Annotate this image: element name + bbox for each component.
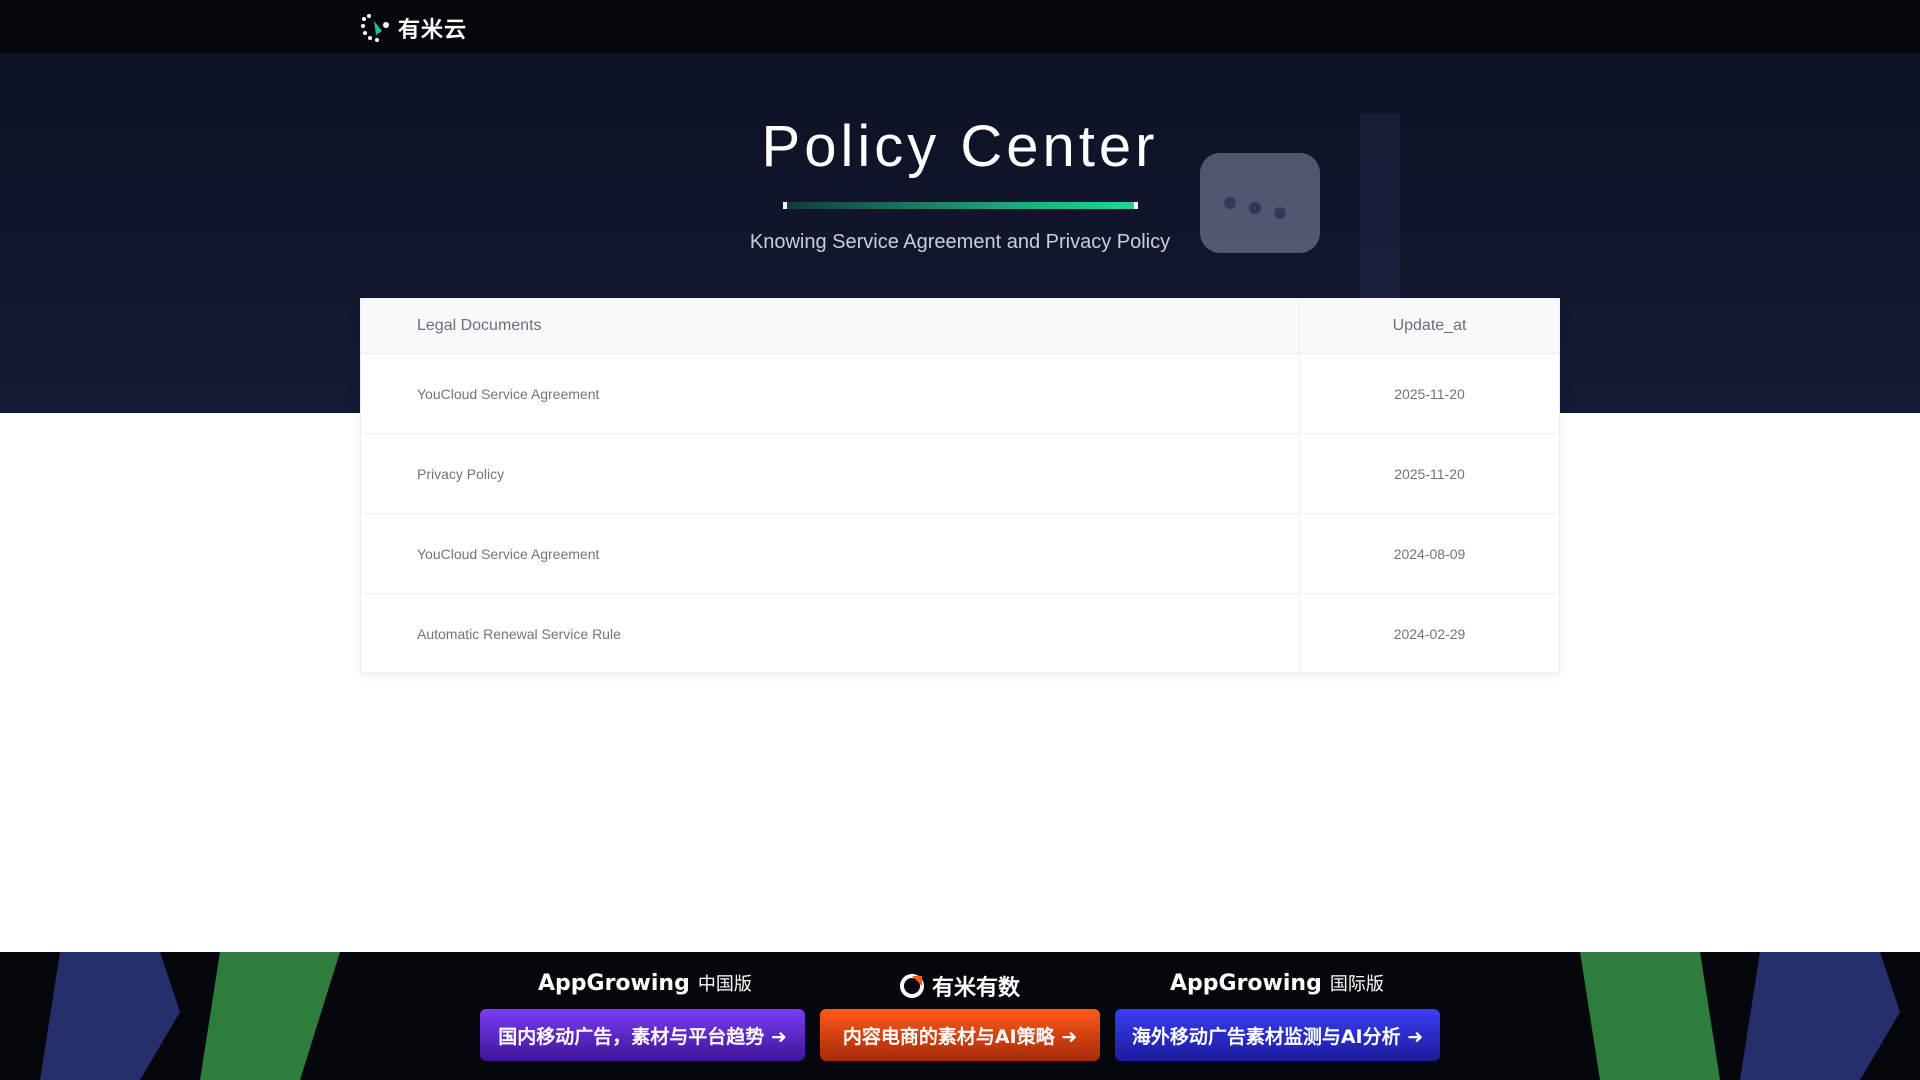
page-subtitle: Knowing Service Agreement and Privacy Po… [749, 231, 1171, 253]
footer-decoration-left [40, 952, 340, 1080]
document-link[interactable]: YouCloud Service Agreement [361, 354, 1300, 433]
brand-name: AppGrowing [1170, 970, 1322, 996]
brand-youmi-youshu[interactable]: 有米有数 [900, 970, 1020, 1002]
youmi-logo-icon [900, 974, 924, 998]
table-header-row: Legal Documents Update_at [361, 299, 1559, 354]
column-header-update: Update_at [1392, 317, 1467, 334]
table-row[interactable]: YouCloud Service Agreement 2024-08-09 [361, 514, 1559, 594]
update-date: 2024-02-29 [1393, 625, 1466, 642]
brand-name: 有米有数 [932, 976, 1021, 1001]
table-row[interactable]: Automatic Renewal Service Rule 2024-02-2… [361, 594, 1559, 673]
logo-icon [361, 14, 389, 42]
title-underline [783, 202, 1138, 209]
table-row[interactable]: Privacy Policy 2025-11-20 [361, 434, 1559, 514]
promo-button-overseas[interactable]: 海外移动广告素材监测与AI分析 ➜ [1115, 1009, 1440, 1061]
update-date: 2025-11-20 [1394, 465, 1465, 482]
promo-button-ecommerce[interactable]: 内容电商的素材与AI策略 ➜ [820, 1009, 1100, 1061]
column-header-documents: Legal Documents [361, 299, 1300, 353]
footer-decoration-right [1580, 952, 1900, 1080]
brand-edition: 国际版 [1329, 974, 1384, 995]
brand-edition: 中国版 [697, 974, 752, 995]
logo-text: 有米云 [398, 18, 468, 43]
site-logo[interactable]: 有米云 [360, 12, 467, 44]
table-row[interactable]: YouCloud Service Agreement 2025-11-20 [361, 354, 1559, 434]
brand-name: AppGrowing [538, 970, 690, 996]
document-link[interactable]: Privacy Policy [361, 434, 1300, 513]
page-title: Policy Center [761, 114, 1159, 179]
footer-promo-banner: AppGrowing 中国版 有米有数 AppGrowing 国际版 国内移动广… [0, 952, 1920, 1080]
top-navbar: 有米云 [0, 0, 1920, 53]
document-link[interactable]: YouCloud Service Agreement [361, 514, 1300, 593]
promo-button-domestic[interactable]: 国内移动广告，素材与平台趋势 ➜ [480, 1009, 805, 1061]
update-date: 2025-11-20 [1394, 385, 1465, 402]
legal-documents-table: Legal Documents Update_at YouCloud Servi… [360, 298, 1560, 673]
brand-appgrowing-cn[interactable]: AppGrowing 中国版 [538, 970, 752, 996]
document-link[interactable]: Automatic Renewal Service Rule [361, 594, 1300, 673]
brand-appgrowing-intl[interactable]: AppGrowing 国际版 [1170, 970, 1384, 996]
update-date: 2024-08-09 [1393, 545, 1466, 562]
